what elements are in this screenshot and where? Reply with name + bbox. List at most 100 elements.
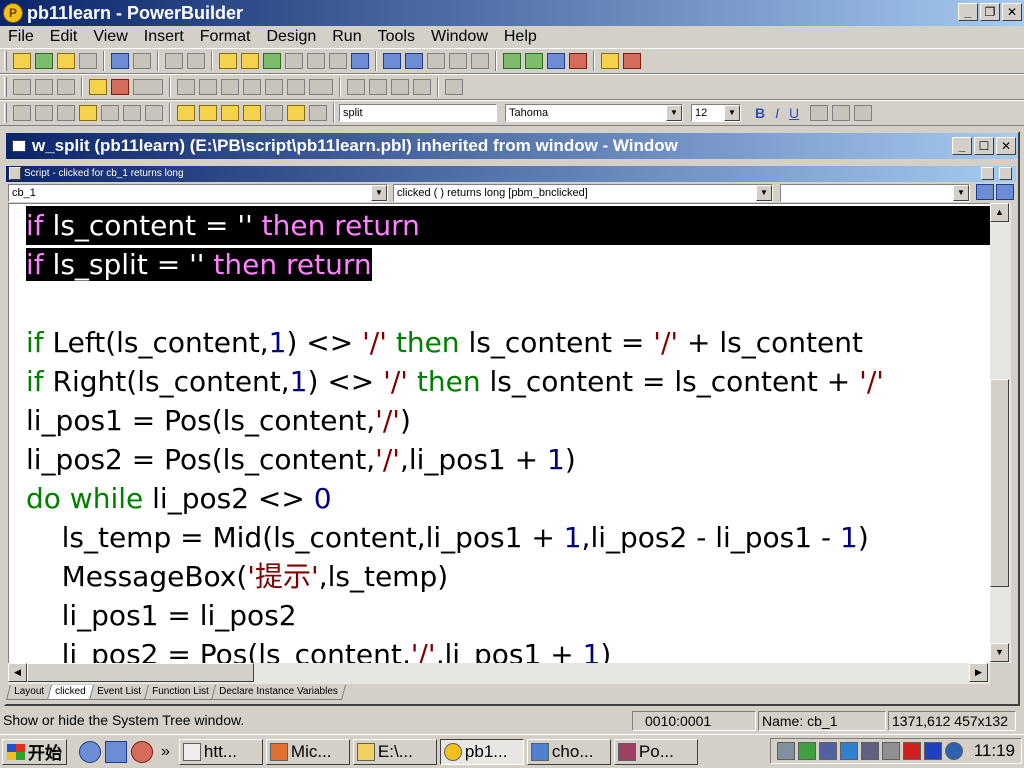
horizontal-scrollbar[interactable]: ◀ ▶ [8,663,990,684]
object-select[interactable]: cb_1 ▼ [8,184,388,202]
full-build-icon[interactable] [187,53,205,69]
bag-icon-6[interactable] [287,105,305,121]
bag-icon-3[interactable] [221,105,239,121]
bag-icon-1[interactable] [177,105,195,121]
new-icon[interactable] [13,53,31,69]
replace-icon[interactable] [413,79,431,95]
inherit-icon[interactable] [35,53,53,69]
pen-icon[interactable] [101,105,119,121]
menu-window[interactable]: Window [423,28,496,46]
stop-icon[interactable] [449,53,467,69]
scroll-up-button[interactable]: ▲ [990,203,1009,222]
start-button[interactable]: 开始 [2,738,67,765]
run-icon[interactable] [547,53,565,69]
vertical-scroll-thumb[interactable] [990,379,1009,587]
select-debug-icon[interactable] [405,53,423,69]
preview-icon[interactable] [79,53,97,69]
tab-event-list[interactable]: Event List [88,685,149,700]
tray-network-icon[interactable] [797,742,816,760]
tray-speaker-icon[interactable] [881,742,900,760]
incremental-build-icon[interactable] [165,53,183,69]
bag-icon-4[interactable] [243,105,261,121]
script-view-close[interactable] [999,167,1012,180]
close-script-icon[interactable] [445,79,463,95]
menu-file[interactable]: File [0,28,42,46]
menu-help[interactable]: Help [496,28,545,46]
align-center-icon[interactable] [832,105,851,121]
system-tree-icon[interactable] [601,53,619,69]
abc-icon[interactable] [123,105,141,121]
tray-play-icon[interactable] [923,742,942,760]
tab-declare-instance-variables[interactable]: Declare Instance Variables [211,685,347,700]
underline-button[interactable]: U [789,105,799,121]
run-gear-icon[interactable] [525,53,543,69]
ancestor-select[interactable]: ▼ [780,184,970,202]
ie-icon[interactable] [79,740,101,763]
restore-button[interactable]: ❐ [980,3,1000,21]
minimize-button[interactable]: _ [958,3,978,21]
select-run-icon[interactable] [569,53,587,69]
horizontal-scroll-thumb[interactable] [27,663,254,682]
tray-globe-icon[interactable] [818,742,837,760]
script-options-icon[interactable] [996,184,1014,200]
paste-icon[interactable] [243,79,261,95]
painter-icon[interactable] [241,53,259,69]
build-icon[interactable] [111,53,129,69]
db-profile-icon[interactable] [329,53,347,69]
datawindow-icon[interactable] [285,53,303,69]
brush-icon[interactable] [79,105,97,121]
menu-view[interactable]: View [85,28,135,46]
border-icon[interactable] [133,79,163,95]
cascade-icon[interactable] [13,79,31,95]
task-button[interactable]: pb1... [439,738,524,765]
object-name-field[interactable]: split [339,104,497,122]
window-painter-icon[interactable] [263,53,281,69]
font-size-select[interactable]: 12 ▼ [691,104,741,122]
outlook-icon[interactable] [105,740,127,763]
debug-icon[interactable] [383,53,401,69]
menu-design[interactable]: Design [258,28,324,46]
deploy-icon[interactable] [133,53,151,69]
tray-printer-icon[interactable] [776,742,795,760]
task-button[interactable]: cho... [526,738,611,765]
redo-icon[interactable] [287,79,305,95]
cut-icon[interactable] [199,79,217,95]
uncomment-icon[interactable] [369,79,387,95]
script-view-maximize[interactable] [981,167,994,180]
scroll-right-button[interactable]: ▶ [969,663,988,682]
open-icon[interactable] [57,53,75,69]
close-button[interactable]: ✕ [1002,3,1022,21]
menu-format[interactable]: Format [192,28,259,46]
comment-bubble-icon[interactable] [35,105,53,121]
insert-icon[interactable] [309,79,333,95]
tray-monitor-icon[interactable] [860,742,879,760]
align-right-icon[interactable] [854,105,873,121]
tab-function-list[interactable]: Function List [143,685,217,700]
save-icon[interactable] [177,79,195,95]
menu-run[interactable]: Run [324,28,369,46]
bag-icon-5[interactable] [265,105,283,121]
font-select[interactable]: Tahoma ▼ [505,104,683,122]
comment-icon[interactable] [347,79,365,95]
find-icon[interactable] [391,79,409,95]
italic-button[interactable]: I [775,105,779,121]
grid-icon[interactable] [13,105,31,121]
scroll-left-button[interactable]: ◀ [8,663,27,682]
exit-icon[interactable] [623,53,641,69]
ruler-icon[interactable] [145,105,163,121]
script-editor[interactable]: if ls_content = '' then return if ls_spl… [8,203,990,663]
task-button[interactable]: E:\... [352,738,437,765]
menu-insert[interactable]: Insert [136,28,192,46]
child-close-button[interactable]: ✕ [996,137,1016,155]
tray-lang-icon[interactable] [944,742,963,760]
media-icon[interactable] [131,740,153,763]
library-icon[interactable] [219,53,237,69]
tray-app-icon[interactable] [839,742,858,760]
scroll-down-button[interactable]: ▼ [990,643,1009,662]
task-button[interactable]: Po... [613,738,698,765]
paint-icon[interactable] [89,79,107,95]
database-icon[interactable] [307,53,325,69]
child-maximize-button[interactable]: ☐ [974,137,994,155]
tool-icon[interactable] [471,53,489,69]
tab-layout[interactable]: Layout [5,685,53,700]
